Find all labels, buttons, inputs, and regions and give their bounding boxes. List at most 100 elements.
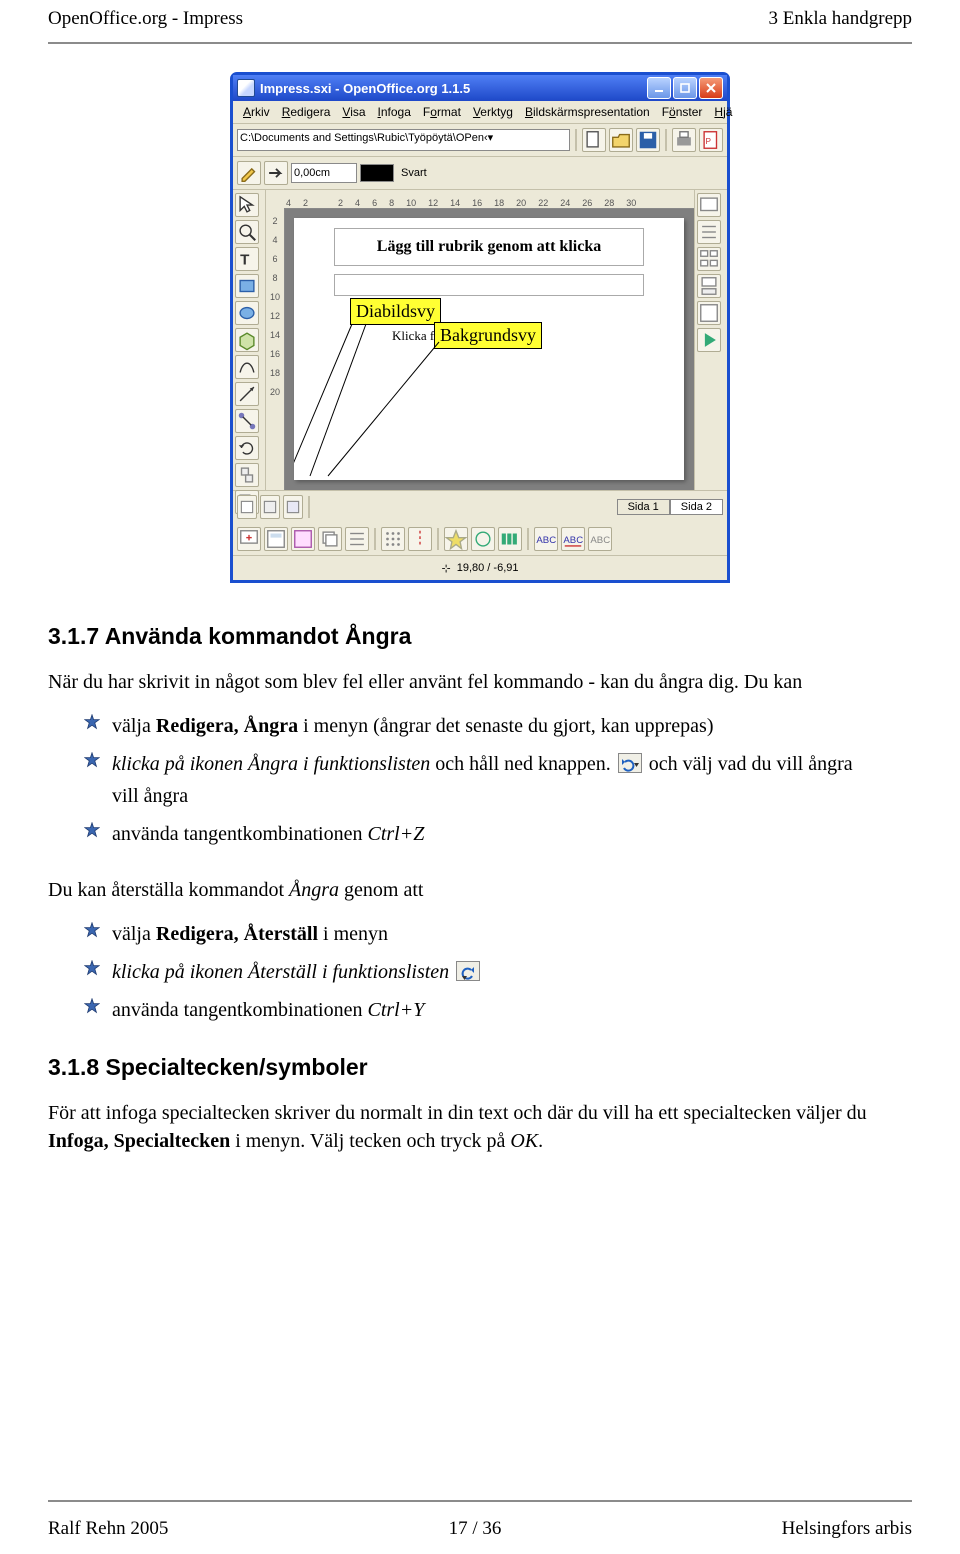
- para-317-mid: Du kan återställa kommandot Ångra genom …: [48, 876, 912, 904]
- label-bakgrundsvy: Bakgrundsvy: [434, 322, 542, 349]
- svg-text:P: P: [706, 137, 712, 146]
- tool-connect-icon[interactable]: [235, 409, 259, 433]
- bt-effects-icon[interactable]: [444, 527, 468, 551]
- view-play-icon[interactable]: [697, 328, 721, 352]
- view-outline-icon[interactable]: [697, 220, 721, 244]
- minimize-button[interactable]: [647, 77, 671, 99]
- heading-318: 3.1.8 Specialtecken/symboler: [48, 1054, 912, 1081]
- tool-line-icon[interactable]: [235, 382, 259, 406]
- view-handout-icon[interactable]: [697, 301, 721, 325]
- svg-text:ABC: ABC: [590, 535, 610, 546]
- label-diabildsvy: Diabildsvy: [350, 298, 441, 325]
- ruler-horizontal: 42 246 81012 141618 202224 262830: [266, 190, 694, 209]
- bt-animation-icon[interactable]: [498, 527, 522, 551]
- tool-select-icon[interactable]: [235, 193, 259, 217]
- redo-dropdown-icon: [456, 961, 480, 981]
- list-item: använda tangentkombinationen Ctrl+Y: [84, 996, 912, 1024]
- tool-curve-icon[interactable]: [235, 355, 259, 379]
- menu-fonster[interactable]: Fönster: [658, 104, 707, 120]
- left-toolbar: T: [233, 190, 266, 490]
- footer-right: Helsingfors arbis: [782, 1518, 912, 1540]
- para-318: För att infoga specialtecken skriver du …: [48, 1099, 912, 1155]
- doc-header-left: OpenOffice.org - Impress: [48, 8, 243, 30]
- work-area: T 42 246 81012 141618: [233, 190, 727, 490]
- bottom-toolbar: Sida 1 Sida 2 ABC ABC ABC: [233, 490, 727, 555]
- heading-317: 3.1.7 Använda kommandot Ångra: [48, 623, 912, 650]
- doc-header-right: 3 Enkla handgrepp: [768, 8, 912, 30]
- status-coords: 19,80 / -6,91: [457, 562, 519, 574]
- menu-presentation[interactable]: Bildskärmspresentation: [521, 104, 654, 120]
- bt-abc-1-icon[interactable]: ABC: [534, 527, 558, 551]
- view-normal-icon[interactable]: [697, 193, 721, 217]
- list-item: välja Redigera, Återställ i menyn: [84, 920, 912, 948]
- color-name: Svart: [401, 167, 427, 179]
- tb-new-icon[interactable]: [582, 128, 606, 152]
- menu-format[interactable]: Format: [419, 104, 465, 120]
- slide-tab-1[interactable]: Sida 1: [617, 499, 670, 515]
- undo-dropdown-icon: [618, 753, 642, 773]
- star-icon: [84, 752, 100, 768]
- menu-redigera[interactable]: Redigera: [278, 104, 335, 120]
- menu-infoga[interactable]: Infoga: [374, 104, 415, 120]
- footer-rule: [48, 1500, 912, 1502]
- bt-design-icon[interactable]: [291, 527, 315, 551]
- tb-arrow-icon[interactable]: [264, 161, 288, 185]
- star-icon: [84, 998, 100, 1014]
- path-box[interactable]: C:\Documents and Settings\Rubic\Työpöytä…: [237, 129, 570, 151]
- tb-save-icon[interactable]: [636, 128, 660, 152]
- bt-snapline-icon[interactable]: [408, 527, 432, 551]
- list-item: välja Redigera, Ångra i menyn (ångrar de…: [84, 712, 912, 740]
- header-rule: [48, 42, 912, 44]
- tool-rect-icon[interactable]: [235, 274, 259, 298]
- view-notes-icon[interactable]: [697, 274, 721, 298]
- star-icon: [84, 822, 100, 838]
- list-item: använda tangentkombinationen Ctrl+Z: [84, 820, 912, 848]
- menu-visa[interactable]: Visa: [338, 104, 369, 120]
- menu-verktyg[interactable]: Verktyg: [469, 104, 517, 120]
- bt-abc-2-icon[interactable]: ABC: [561, 527, 585, 551]
- toolbar-file: C:\Documents and Settings\Rubic\Työpöytä…: [233, 124, 727, 157]
- ruler-vertical: 246 81012 141618 20: [266, 208, 285, 490]
- list-item: klicka på ikonen Ångra i funktionslisten…: [84, 750, 912, 810]
- close-button[interactable]: [699, 77, 723, 99]
- vtab-2-icon[interactable]: [260, 495, 280, 519]
- bt-layout-icon[interactable]: [264, 527, 288, 551]
- stroke-width-input[interactable]: 0,00cm: [291, 163, 357, 183]
- star-icon: [84, 714, 100, 730]
- bt-expand-icon[interactable]: [345, 527, 369, 551]
- bt-grid-icon[interactable]: [381, 527, 405, 551]
- tb-print-icon[interactable]: [672, 128, 696, 152]
- menubar: Arkiv Redigera Visa Infoga Format Verkty…: [233, 101, 727, 124]
- vtab-1-icon[interactable]: [237, 495, 257, 519]
- status-bar: ⊹ 19,80 / -6,91: [233, 555, 727, 580]
- bt-insert-slide-icon[interactable]: [237, 527, 261, 551]
- maximize-button[interactable]: [673, 77, 697, 99]
- window-titlebar: Impress.sxi - OpenOffice.org 1.1.5: [233, 75, 727, 101]
- para-317-intro: När du har skrivit in något som blev fel…: [48, 668, 912, 696]
- tool-rotate-icon[interactable]: [235, 436, 259, 460]
- bullet-list-2: välja Redigera, Återställ i menyn klicka…: [48, 920, 912, 1024]
- slide-canvas[interactable]: Lägg till rubrik genom att klicka Klicka…: [294, 218, 684, 480]
- vtab-3-icon[interactable]: [283, 495, 303, 519]
- slide-tab-2[interactable]: Sida 2: [670, 499, 723, 515]
- menu-arkiv[interactable]: Arkiv: [239, 104, 274, 120]
- window-title: Impress.sxi - OpenOffice.org 1.1.5: [260, 81, 470, 96]
- tool-ellipse-icon[interactable]: [235, 301, 259, 325]
- title-placeholder[interactable]: Lägg till rubrik genom att klicka: [334, 228, 644, 266]
- toolbar-format: 0,00cm Svart: [233, 157, 727, 190]
- color-swatch-black[interactable]: [360, 164, 394, 182]
- tool-3d-icon[interactable]: [235, 328, 259, 352]
- tool-zoom-icon[interactable]: [235, 220, 259, 244]
- menu-hjalp[interactable]: Hjä: [710, 104, 736, 120]
- tb-open-icon[interactable]: [609, 128, 633, 152]
- tool-text-icon[interactable]: T: [235, 247, 259, 271]
- bt-abc-3-icon[interactable]: ABC: [588, 527, 612, 551]
- right-toolbar: [694, 190, 727, 490]
- tool-align-icon[interactable]: [235, 463, 259, 487]
- tb-export-icon[interactable]: P: [699, 128, 723, 152]
- bt-interaction-icon[interactable]: [471, 527, 495, 551]
- bt-dup-icon[interactable]: [318, 527, 342, 551]
- tb-edit-icon[interactable]: [237, 161, 261, 185]
- svg-text:T: T: [240, 252, 250, 269]
- view-slides-icon[interactable]: [697, 247, 721, 271]
